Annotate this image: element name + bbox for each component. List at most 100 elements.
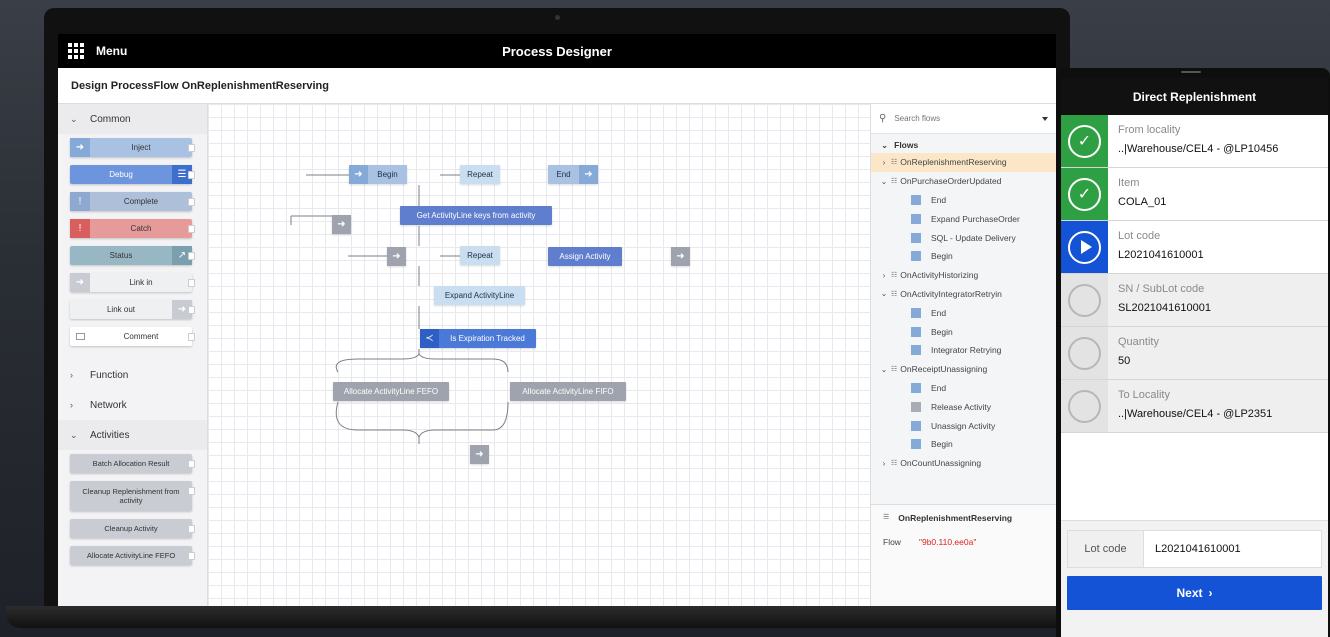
node-begin[interactable]: ➜ Begin xyxy=(349,165,407,184)
chevron-right-icon: › xyxy=(70,370,73,380)
node-type-icon xyxy=(911,420,921,431)
chevron-right-icon[interactable]: › xyxy=(877,459,891,468)
handheld-device: Direct Replenishment ✓ From locality ..|Wa… xyxy=(1056,68,1330,637)
palette-complete[interactable]: ! Complete xyxy=(70,192,195,211)
comment-icon xyxy=(70,327,90,346)
palette-debug[interactable]: Debug ☰ xyxy=(70,165,195,184)
section-activities[interactable]: ⌄ Activities xyxy=(58,420,207,450)
section-network[interactable]: › Network xyxy=(58,390,207,420)
flow-node-item[interactable]: Begin xyxy=(871,322,1056,341)
flow-item[interactable]: › ☷ OnReplenishmentReserving xyxy=(871,153,1056,172)
palette-activity[interactable]: Batch Allocation Result xyxy=(70,454,195,473)
node-assign-activity[interactable]: Assign Activity xyxy=(548,247,622,266)
arrow-right-icon: ➜ xyxy=(172,300,192,319)
node-type-icon xyxy=(911,401,921,412)
properties-value[interactable]: "9b0.110.ee0a" xyxy=(919,537,976,547)
palette-inject[interactable]: ➜ Inject xyxy=(70,138,195,157)
node-is-expiration-tracked[interactable]: ≺ Is Expiration Tracked xyxy=(420,329,536,348)
palette-item-label: Cleanup Activity xyxy=(104,524,158,533)
step-todo[interactable]: To Locality ..|Warehouse/CEL4 - @LP2351 xyxy=(1061,380,1328,433)
flow-icon: ☷ xyxy=(891,159,898,167)
check-circle-icon: ✓ xyxy=(1068,177,1101,211)
handheld-screen: Direct Replenishment ✓ From locality ..|Wa… xyxy=(1061,78,1328,637)
flow-node-item[interactable]: End xyxy=(871,303,1056,322)
node-expand-activityline[interactable]: Expand ActivityLine xyxy=(434,286,525,305)
properties-panel: ☰ OnReplenishmentReserving Flow "9b0.110… xyxy=(871,504,1056,608)
node-repeat[interactable]: Repeat xyxy=(460,165,500,184)
chevron-right-icon[interactable]: › xyxy=(877,158,891,167)
next-button[interactable]: Next › xyxy=(1067,576,1322,610)
flow-item-label: OnReceiptUnassigning xyxy=(900,364,988,375)
palette-item-label: Link out xyxy=(106,305,136,314)
search-flows-input[interactable] xyxy=(894,114,1034,123)
flow-item-label: End xyxy=(931,382,947,393)
menu-button[interactable]: Menu xyxy=(58,43,127,59)
flow-item[interactable]: ⌄ ☷ OnPurchaseOrderUpdated xyxy=(871,172,1056,191)
palette-activity[interactable]: Allocate ActivityLine FEFO xyxy=(70,546,195,565)
step-current[interactable]: Lot code L2021041610001 xyxy=(1061,221,1328,274)
step-value: 50 xyxy=(1118,355,1131,367)
flow-icon: ☷ xyxy=(891,272,898,280)
flow-item[interactable]: ⌄ ☷ OnReceiptUnassigning xyxy=(871,360,1056,379)
palette-activity[interactable]: Cleanup Replenishment from activity xyxy=(70,481,195,511)
flow-item-label: End xyxy=(931,307,947,318)
flows-header[interactable]: ⌄ Flows xyxy=(871,134,1056,153)
step-done[interactable]: ✓ Item COLA_01 xyxy=(1061,168,1328,221)
flow-node-item[interactable]: Release Activity xyxy=(871,397,1056,416)
dropdown-caret-icon[interactable] xyxy=(1042,116,1048,121)
chevron-down-icon[interactable]: ⌄ xyxy=(877,289,891,298)
chevron-down-icon[interactable]: ⌄ xyxy=(877,177,891,186)
palette-catch[interactable]: ! Catch xyxy=(70,219,195,238)
step-todo[interactable]: SN / SubLot code SL2021041610001 xyxy=(1061,274,1328,327)
page-title: Design ProcessFlow OnReplenishmentReserv… xyxy=(58,68,1056,104)
section-common[interactable]: ⌄ Common xyxy=(58,104,207,134)
palette-comment[interactable]: Comment xyxy=(70,327,195,346)
step-body: Item COLA_01 xyxy=(1108,168,1328,220)
node-allocate-fifo[interactable]: Allocate ActivityLine FIFO xyxy=(510,382,626,401)
menu-label: Menu xyxy=(96,44,128,58)
palette-item-label: Complete xyxy=(123,197,159,206)
flow-node-item[interactable]: Integrator Retrying xyxy=(871,341,1056,360)
flow-node-item[interactable]: Unassign Activity xyxy=(871,416,1056,435)
node-type-icon xyxy=(911,251,921,262)
node-end[interactable]: End ➜ xyxy=(548,165,598,184)
node-repeat[interactable]: Repeat xyxy=(460,246,500,265)
step-done[interactable]: ✓ From locality ..|Warehouse/CEL4 - @LP104… xyxy=(1061,115,1328,168)
flow-node-item[interactable]: SQL - Update Delivery xyxy=(871,228,1056,247)
palette-link-out[interactable]: Link out ➜ xyxy=(70,300,195,319)
flow-canvas[interactable]: ➜ Begin Repeat End ➜ Get ActivityLine ke… xyxy=(208,104,870,608)
chevron-down-icon[interactable]: ⌄ xyxy=(877,365,891,374)
arrow-right-icon: ➜ xyxy=(671,247,690,266)
node-link-in[interactable]: ➜ xyxy=(332,215,351,234)
flow-item-label: OnActivityIntegratorRetryin xyxy=(900,288,1002,299)
section-function-label: Function xyxy=(90,369,129,381)
node-allocate-fefo[interactable]: Allocate ActivityLine FEFO xyxy=(333,382,449,401)
flow-item-label: Begin xyxy=(931,439,953,450)
section-function[interactable]: › Function xyxy=(58,360,207,390)
step-body: Quantity 50 xyxy=(1108,327,1328,379)
node-type-icon xyxy=(911,439,921,450)
flow-node-item[interactable]: Begin xyxy=(871,247,1056,266)
flow-item[interactable]: ⌄ ☷ OnActivityIntegratorRetryin xyxy=(871,285,1056,304)
flow-item[interactable]: › ☷ OnActivityHistorizing xyxy=(871,266,1056,285)
switch-icon: ≺ xyxy=(420,329,439,348)
node-link-out[interactable]: ➜ xyxy=(470,445,489,464)
flow-item-label: Begin xyxy=(931,326,953,337)
flow-node-item[interactable]: Expand PurchaseOrder xyxy=(871,209,1056,228)
flow-node-item[interactable]: Begin xyxy=(871,435,1056,454)
lot-code-input[interactable] xyxy=(1144,531,1321,567)
node-get-activityline-keys[interactable]: Get ActivityLine keys from activity xyxy=(400,206,552,225)
flow-node-item[interactable]: End xyxy=(871,379,1056,398)
flow-node-item[interactable]: End xyxy=(871,191,1056,210)
palette-status[interactable]: Status ↗ xyxy=(70,246,195,265)
palette-link-in[interactable]: ➜ Link in xyxy=(70,273,195,292)
palette-activity[interactable]: Cleanup Activity xyxy=(70,519,195,538)
step-value: ..|Warehouse/CEL4 - @LP2351 xyxy=(1118,408,1273,420)
flow-item-label: OnActivityHistorizing xyxy=(900,270,979,281)
step-todo[interactable]: Quantity 50 xyxy=(1061,327,1328,380)
node-palette: ⌄ Common ➜ Inject Debug ☰ ! Complete ! C… xyxy=(58,104,208,608)
node-link-out[interactable]: ➜ xyxy=(671,247,690,266)
chevron-right-icon[interactable]: › xyxy=(877,271,891,280)
flow-item[interactable]: › ☷ OnCountUnassigning xyxy=(871,454,1056,473)
node-link-in[interactable]: ➜ xyxy=(387,247,406,266)
